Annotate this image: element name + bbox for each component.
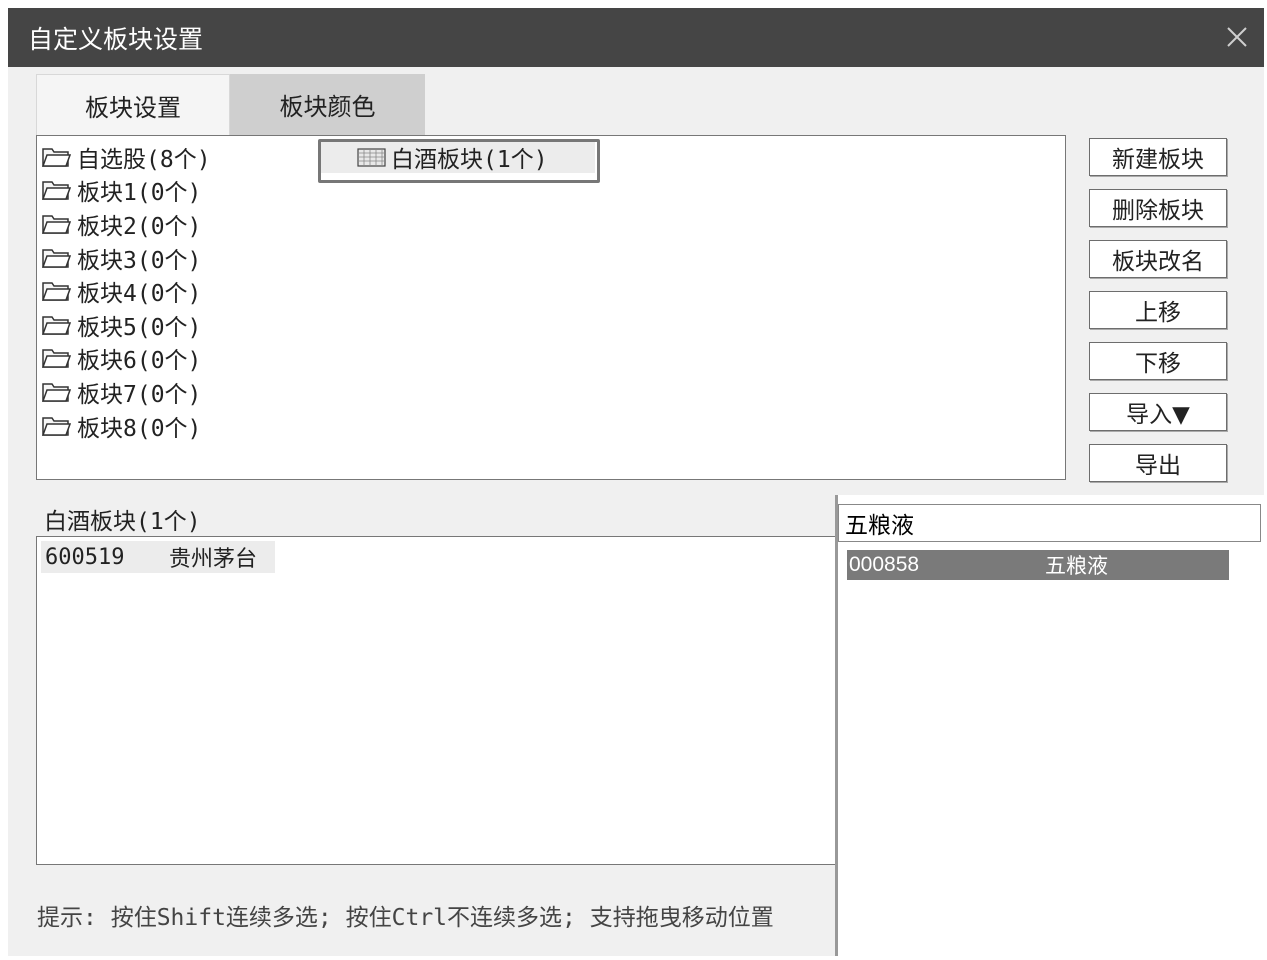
grid-icon — [357, 148, 386, 167]
folder-icon — [41, 181, 71, 201]
search-input[interactable] — [838, 504, 1261, 542]
folder-item-block3[interactable]: 板块3(0个) — [41, 241, 211, 275]
folder-item-block1[interactable]: 板块1(0个) — [41, 174, 211, 208]
folder-label: 板块5(0个) — [77, 314, 202, 341]
folder-icon — [41, 215, 71, 234]
folder-icon — [41, 248, 71, 268]
folder-item-block7[interactable]: 板块7(0个) — [41, 375, 211, 409]
tip-text: 提示: 按住Shift连续多选; 按住Ctrl不连续多选; 支持拖曳移动位置 — [37, 905, 774, 931]
tab-block-settings[interactable]: 板块设置 — [36, 74, 230, 136]
result-name: 五粮液 — [1045, 554, 1108, 578]
close-icon[interactable] — [1220, 20, 1254, 54]
stock-list: 600519 贵州茅台 — [36, 536, 837, 865]
search-panel: 000858 五粮液 — [835, 495, 1267, 956]
dialog-window: 自定义板块设置 板块设置 板块颜色 自选股(8个) 板块1(0个) 板块2(0个… — [8, 8, 1267, 956]
window-title: 自定义板块设置 — [28, 25, 204, 54]
folder-item-block8[interactable]: 板块8(0个) — [41, 409, 211, 443]
folder-icon — [41, 282, 71, 301]
block-group-panel: 自选股(8个) 板块1(0个) 板块2(0个) 板块3(0个) 板块4(0个) … — [36, 135, 1066, 480]
stock-name: 贵州茅台 — [169, 547, 258, 572]
search-result-row[interactable]: 000858 五粮液 — [847, 550, 1229, 580]
block-item-baijiu[interactable]: 白酒板块(1个) — [321, 141, 595, 173]
folder-label: 板块6(0个) — [77, 348, 202, 375]
folder-item-block4[interactable]: 板块4(0个) — [41, 274, 211, 308]
stock-row[interactable]: 600519 贵州茅台 — [41, 541, 275, 573]
folder-item-watchlist[interactable]: 自选股(8个) — [41, 140, 211, 174]
tab-block-colors[interactable]: 板块颜色 — [230, 74, 425, 135]
folder-label: 板块3(0个) — [77, 247, 202, 274]
folder-icon — [41, 316, 71, 335]
folder-item-block5[interactable]: 板块5(0个) — [41, 308, 211, 342]
folder-label: 板块4(0个) — [77, 281, 202, 308]
folder-icon — [41, 148, 71, 167]
move-down-button[interactable]: 下移 — [1089, 342, 1227, 380]
folder-icon — [41, 383, 71, 402]
folder-icon — [41, 349, 71, 369]
stock-code: 600519 — [45, 544, 125, 570]
stock-list-header: 白酒板块(1个) — [44, 509, 201, 535]
folder-label: 板块1(0个) — [77, 180, 202, 207]
move-up-button[interactable]: 上移 — [1089, 291, 1227, 329]
folder-label: 板块2(0个) — [77, 213, 202, 240]
result-code: 000858 — [849, 553, 920, 576]
title-bar: 自定义板块设置 — [8, 8, 1264, 67]
folder-label: 自选股(8个) — [77, 146, 211, 173]
folder-item-block6[interactable]: 板块6(0个) — [41, 342, 211, 376]
block-item-label: 白酒板块(1个) — [391, 147, 548, 173]
folder-item-block2[interactable]: 板块2(0个) — [41, 207, 211, 241]
import-button[interactable]: 导入▼ — [1089, 393, 1227, 431]
folder-label: 板块8(0个) — [77, 415, 202, 442]
new-block-button[interactable]: 新建板块 — [1089, 138, 1227, 176]
folder-list: 自选股(8个) 板块1(0个) 板块2(0个) 板块3(0个) 板块4(0个) … — [41, 140, 211, 442]
rename-block-button[interactable]: 板块改名 — [1089, 240, 1227, 278]
export-button[interactable]: 导出 — [1089, 444, 1227, 482]
folder-label: 板块7(0个) — [77, 381, 202, 408]
folder-icon — [41, 416, 71, 436]
delete-block-button[interactable]: 删除板块 — [1089, 189, 1227, 227]
